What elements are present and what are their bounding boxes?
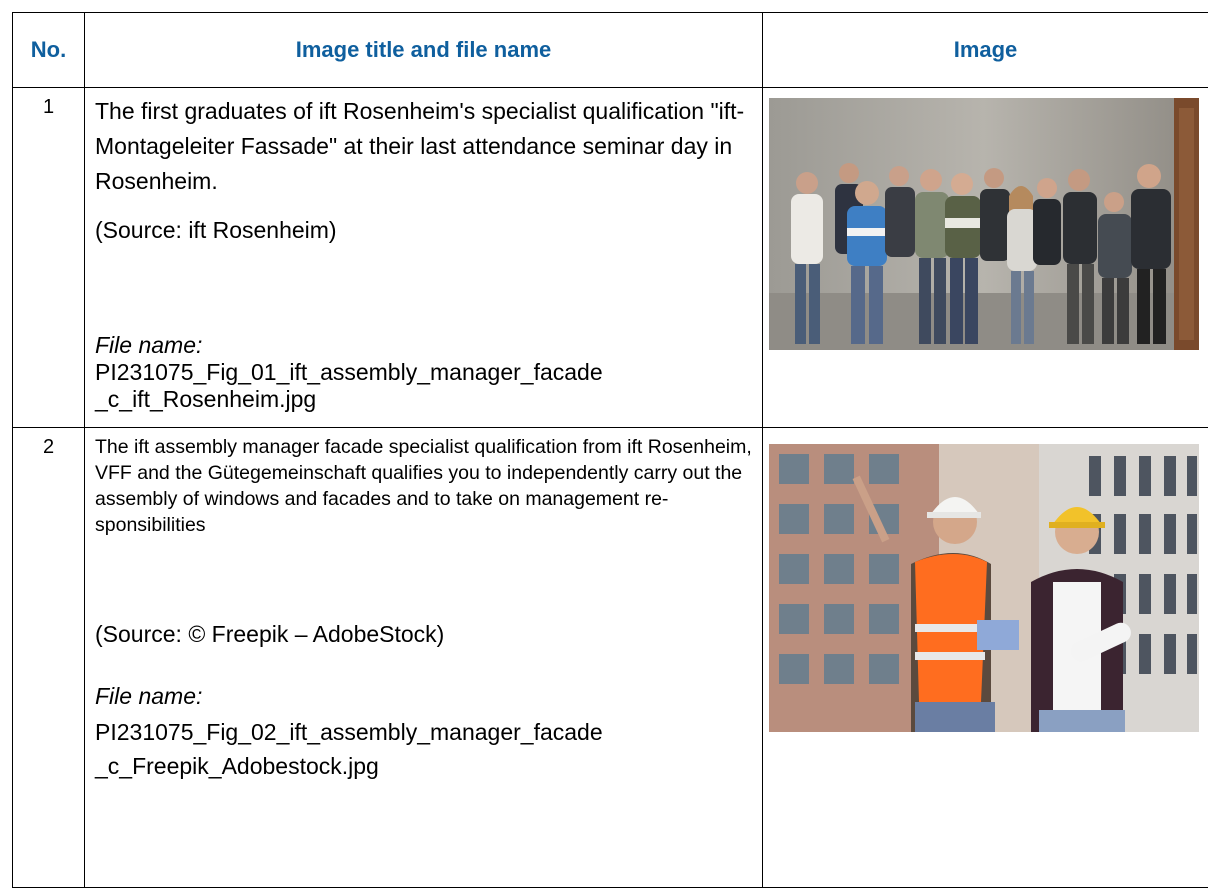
header-image: Image — [762, 12, 1208, 88]
construction-workers-image — [769, 444, 1199, 732]
image-title: The first graduates of ift Rosenheim's s… — [95, 98, 745, 194]
file-name-label: File name: — [95, 332, 203, 358]
image-source: (Source: © Freepik – AdobeStock) — [95, 621, 445, 647]
group-photo-image — [769, 98, 1199, 350]
table-row: 1 The first graduates of ift Rosenheim's… — [12, 87, 1208, 428]
file-name-line1: PI231075_Fig_02_ift_assembly_manager_fac… — [95, 719, 603, 745]
file-name-line1: PI231075_Fig_01_ift_assembly_manager_fac… — [95, 359, 603, 385]
header-title: Image title and file name — [84, 12, 763, 88]
row-number: 1 — [12, 87, 85, 428]
table-header-row: No. Image title and file name Image — [12, 12, 1208, 88]
image-cell — [762, 87, 1208, 428]
image-source: (Source: ift Rosenheim) — [95, 217, 337, 243]
file-name-line2: _c_Freepik_Adobestock.jpg — [95, 753, 379, 779]
table-row: 2 The ift assembly manager facade specia… — [12, 427, 1208, 888]
header-no: No. — [12, 12, 85, 88]
file-name-label: File name: — [95, 683, 203, 709]
image-title: The ift assembly manager facade speciali… — [95, 436, 752, 536]
title-cell: The ift assembly manager facade speciali… — [84, 427, 763, 888]
row-number: 2 — [12, 427, 85, 888]
file-name-line2: _c_ift_Rosenheim.jpg — [95, 386, 317, 412]
image-list-table: No. Image title and file name Image 1 Th… — [12, 12, 1208, 888]
image-cell — [762, 427, 1208, 888]
title-cell: The first graduates of ift Rosenheim's s… — [84, 87, 763, 428]
